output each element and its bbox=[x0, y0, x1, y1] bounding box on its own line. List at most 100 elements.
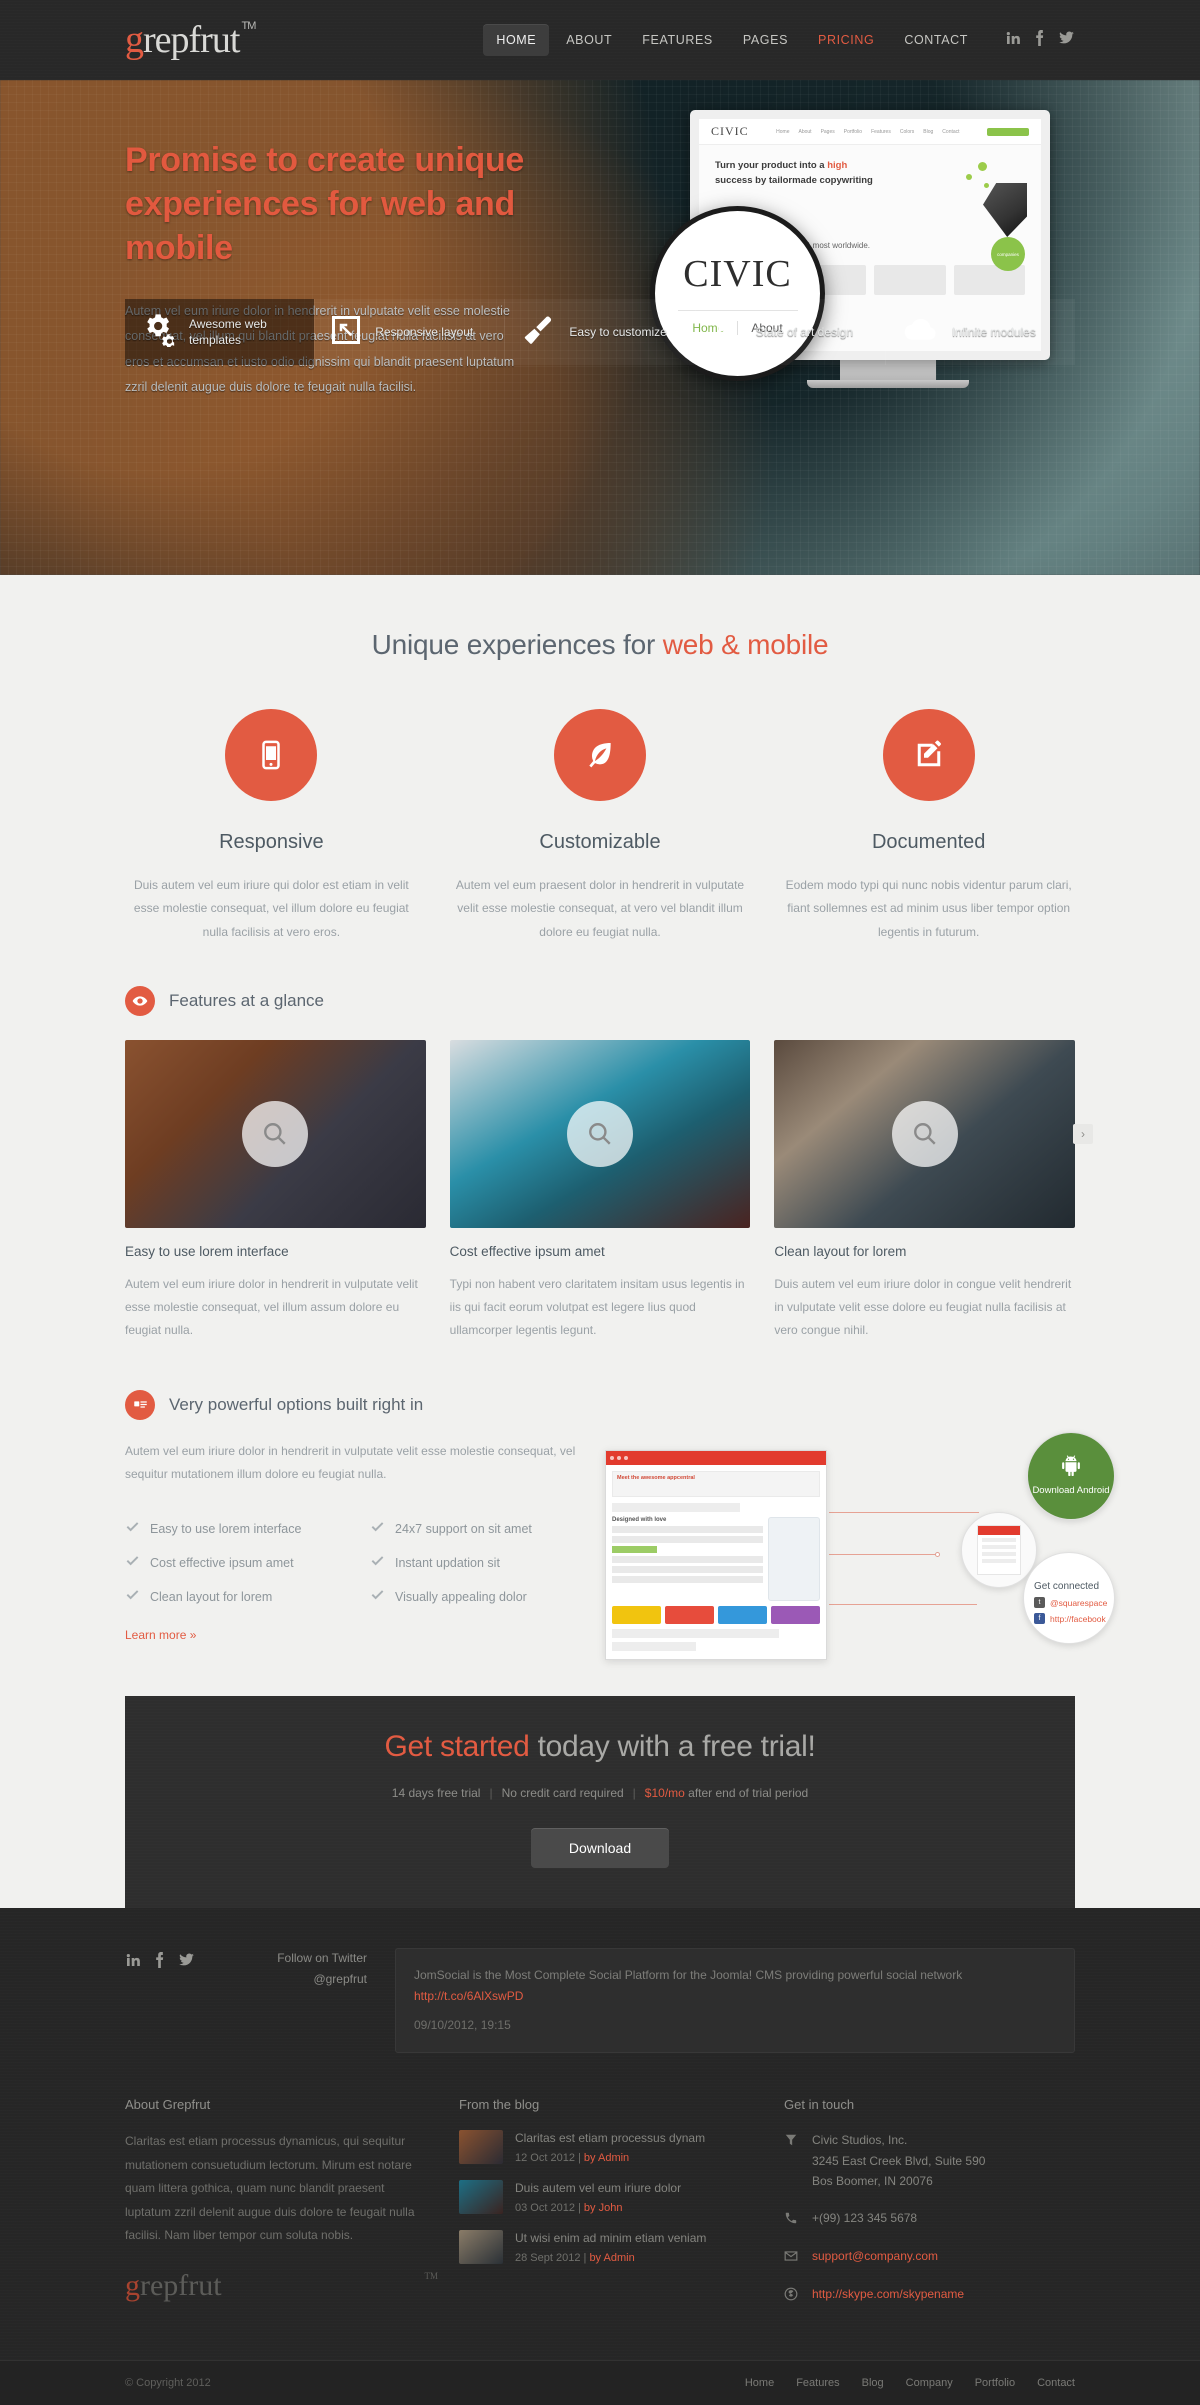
contact-skype: http://skype.com/skypename bbox=[812, 2284, 964, 2304]
nav-item-about[interactable]: ABOUT bbox=[553, 24, 625, 56]
power-illustration: Meet the awesome appcentral Designed wit… bbox=[605, 1431, 1115, 1666]
pencil-square-icon[interactable] bbox=[882, 709, 975, 801]
cta-price: $10/mo bbox=[644, 1786, 685, 1801]
facebook-icon[interactable] bbox=[1034, 29, 1045, 51]
service-responsive: Responsive Duis autem vel eum iriure qui… bbox=[125, 709, 418, 944]
copyright: © Copyright 2012 bbox=[125, 2376, 211, 2389]
linkedin-icon[interactable] bbox=[125, 1952, 141, 1973]
contact-address-row: Civic Studios, Inc. 3245 East Creek Blvd… bbox=[784, 2130, 1075, 2191]
social-node[interactable]: Get connected t @squarespace f http://face… bbox=[1023, 1551, 1115, 1644]
nav-item-pages[interactable]: PAGES bbox=[730, 24, 801, 56]
feature-box-label: State of art design bbox=[755, 324, 854, 339]
blog-author[interactable]: by John bbox=[584, 2202, 623, 2214]
learn-more-link[interactable]: Learn more » bbox=[125, 1628, 196, 1642]
mockup-cta-button bbox=[987, 127, 1029, 136]
service-title: Responsive bbox=[219, 831, 324, 853]
download-button[interactable]: Download bbox=[530, 1828, 670, 1869]
footer-nav-company[interactable]: Company bbox=[906, 2377, 953, 2389]
blog-date: 12 Oct 2012 bbox=[515, 2151, 575, 2164]
contact-skype-link[interactable]: http://skype.com/skypename bbox=[812, 2287, 964, 2301]
portfolio-thumb[interactable] bbox=[449, 1040, 751, 1229]
check-icon bbox=[125, 1520, 140, 1538]
footer-nav-contact[interactable]: Contact bbox=[1037, 2377, 1075, 2389]
services-title-plain: Unique experiences for bbox=[371, 629, 663, 660]
mockup-brand: CIVIC bbox=[711, 124, 749, 138]
footer-about-column: About Grepfrut Claritas est etiam proces… bbox=[125, 2097, 438, 2321]
facebook-icon[interactable] bbox=[154, 1952, 165, 1973]
footer-blog-column: From the blog Claritas est etiam process… bbox=[459, 2097, 750, 2321]
blog-thumb bbox=[459, 2180, 503, 2215]
follow-handle[interactable]: @grepfrut bbox=[255, 1969, 367, 1989]
hero-feature-strip: Awesome web templates Responsive layout … bbox=[125, 298, 1076, 366]
tweet-text: JomSocial is the Most Complete Social Pl… bbox=[414, 1968, 963, 1983]
footer-logo[interactable]: grepfrut TM bbox=[125, 2269, 438, 2303]
check-label: Cost effective ipsum amet bbox=[150, 1556, 294, 1571]
nav-item-home[interactable]: HOME bbox=[483, 24, 550, 56]
social-node-twitter[interactable]: t @squarespace bbox=[1034, 1597, 1107, 1609]
blog-author[interactable]: by Admin bbox=[589, 2252, 634, 2264]
glance-heading: Features at a glance bbox=[169, 991, 324, 1011]
contact-email-link[interactable]: support@company.com bbox=[812, 2249, 938, 2263]
cta-title-accent: Get started bbox=[384, 1730, 530, 1764]
blog-item[interactable]: Ut wisi enim ad minim etiam veniam 28 Se… bbox=[459, 2230, 750, 2265]
portfolio-thumb[interactable] bbox=[125, 1040, 426, 1229]
browser-titlebar bbox=[606, 1450, 826, 1465]
browser-tiles bbox=[612, 1605, 820, 1624]
portfolio-text: Typi non habent vero claritatem insitam … bbox=[449, 1277, 745, 1337]
browser-hero: Meet the awesome appcentral bbox=[612, 1470, 820, 1497]
blog-author[interactable]: by Admin bbox=[584, 2152, 629, 2164]
monitor-base bbox=[806, 380, 969, 388]
feature-box-responsive[interactable]: Responsive layout bbox=[314, 298, 505, 366]
footer-nav-home[interactable]: Home bbox=[745, 2377, 774, 2389]
cloud-icon bbox=[902, 316, 938, 348]
service-text: Autem vel eum praesent dolor in hendreri… bbox=[455, 878, 745, 939]
social-node-facebook[interactable]: f http://facebook bbox=[1034, 1613, 1106, 1625]
mobile-icon[interactable] bbox=[225, 709, 318, 801]
footer-about-text: Claritas est etiam processus dynamicus, … bbox=[125, 2134, 415, 2242]
browser-mid: Designed with love bbox=[612, 1516, 820, 1601]
footer-nav-blog[interactable]: Blog bbox=[862, 2377, 884, 2389]
footer-nav-portfolio[interactable]: Portfolio bbox=[975, 2377, 1015, 2389]
blog-title[interactable]: Ut wisi enim ad minim etiam veniam bbox=[515, 2230, 706, 2247]
services-title: Unique experiences for web & mobile bbox=[125, 629, 1075, 661]
blog-item[interactable]: Claritas est etiam processus dynam 12 Oc… bbox=[459, 2130, 750, 2165]
portfolio-item[interactable]: Clean layout for lorem Duis autem vel eu… bbox=[774, 1040, 1076, 1341]
feature-box-modules[interactable]: Infinite modules bbox=[884, 298, 1076, 366]
nav-item-features[interactable]: FEATURES bbox=[629, 24, 726, 56]
linkedin-icon[interactable] bbox=[1005, 30, 1021, 51]
check-label: Easy to use lorem interface bbox=[150, 1522, 302, 1537]
twitter-icon[interactable] bbox=[178, 1952, 195, 1973]
contact-phone: +(99) 123 345 5678 bbox=[812, 2210, 918, 2225]
android-node[interactable]: Download Android bbox=[1027, 1431, 1115, 1520]
twitter-icon[interactable] bbox=[1058, 30, 1075, 51]
preview-node[interactable] bbox=[961, 1511, 1037, 1588]
blog-meta: 28 Sept 2012 | by Admin bbox=[515, 2251, 635, 2264]
mockup-nav-item: Pages bbox=[820, 128, 835, 135]
feature-box-templates[interactable]: Awesome web templates bbox=[125, 298, 315, 366]
blog-title[interactable]: Duis autem vel eum iriure dolor bbox=[515, 2180, 681, 2197]
service-text: Duis autem vel eum iriure qui dolor est … bbox=[133, 878, 409, 939]
android-label: Download Android bbox=[1032, 1485, 1110, 1497]
blog-date: 03 Oct 2012 bbox=[515, 2201, 575, 2214]
site-header: grepfrut TM HOME ABOUT FEATURES PAGES PRI… bbox=[0, 0, 1200, 80]
leaf-icon[interactable] bbox=[554, 709, 646, 801]
logo-trademark: TM bbox=[241, 20, 257, 32]
tweet-link[interactable]: http://t.co/6AlXswPD bbox=[414, 1989, 523, 2003]
service-documented: Documented Eodem modo typi qui nunc nobi… bbox=[782, 709, 1075, 944]
site-logo[interactable]: grepfrut TM bbox=[125, 18, 256, 62]
service-title: Documented bbox=[871, 831, 986, 853]
check-item: Cost effective ipsum amet bbox=[125, 1546, 370, 1580]
blog-title[interactable]: Claritas est etiam processus dynam bbox=[515, 2130, 705, 2147]
portfolio-thumb[interactable] bbox=[774, 1040, 1076, 1229]
marker-icon bbox=[784, 2130, 798, 2152]
footer-bottom-bar: © Copyright 2012 Home Features Blog Comp… bbox=[0, 2359, 1200, 2405]
footer-nav-features[interactable]: Features bbox=[796, 2377, 839, 2389]
nav-item-pricing[interactable]: PRICING bbox=[805, 24, 887, 56]
feature-box-customize[interactable]: Easy to customize bbox=[504, 298, 695, 366]
carousel-next-button[interactable]: › bbox=[1073, 1124, 1093, 1145]
blog-item[interactable]: Duis autem vel eum iriure dolor 03 Oct 2… bbox=[459, 2180, 750, 2215]
portfolio-item[interactable]: Easy to use lorem interface Autem vel eu… bbox=[125, 1040, 426, 1341]
nav-item-contact[interactable]: CONTACT bbox=[891, 24, 981, 56]
portfolio-item[interactable]: Cost effective ipsum amet Typi non haben… bbox=[449, 1040, 751, 1341]
feature-box-design[interactable]: State of art design bbox=[694, 298, 885, 366]
